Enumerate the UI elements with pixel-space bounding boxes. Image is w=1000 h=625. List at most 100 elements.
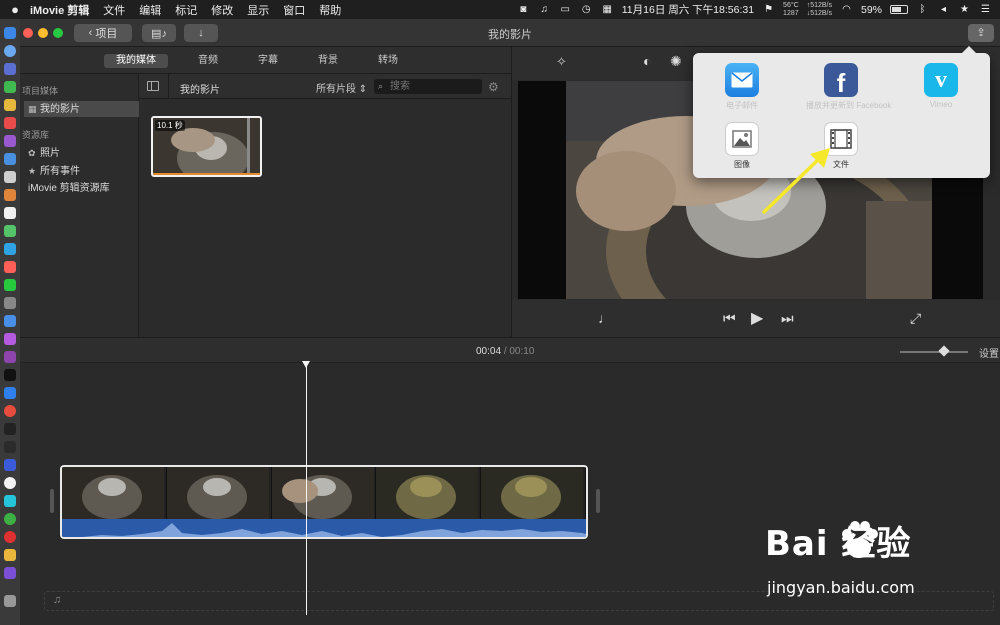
zoom-slider-track[interactable]	[900, 351, 968, 353]
volume-icon[interactable]: ◂	[937, 4, 950, 15]
app-icon-29[interactable]	[4, 531, 16, 543]
app-icon-20[interactable]	[4, 369, 16, 381]
datetime[interactable]: 11月16日 周六 下午18:56:31	[622, 2, 754, 17]
tab-audio[interactable]: 音频	[186, 54, 230, 68]
podcasts-icon[interactable]	[4, 351, 16, 363]
zoom-slider-knob[interactable]	[938, 345, 950, 357]
apple-menu-icon[interactable]: ●	[0, 2, 30, 17]
app-icon-12[interactable]	[4, 225, 16, 237]
timeline-header: 00:04 / 00:10 设置	[20, 337, 1000, 363]
app-icon-9[interactable]	[4, 171, 16, 183]
wechat-icon[interactable]	[4, 513, 16, 525]
music-note-icon[interactable]: ♫	[538, 4, 551, 15]
app-icon-27[interactable]	[4, 495, 16, 507]
tab-backgrounds[interactable]: 背景	[306, 54, 350, 68]
menu-mark[interactable]: 标记	[175, 2, 197, 18]
waveform-graphic	[82, 523, 586, 537]
app-icon-14[interactable]	[4, 261, 16, 273]
gear-icon[interactable]: ⚙	[488, 80, 499, 94]
tab-my-media[interactable]: 我的媒体	[104, 54, 168, 68]
finder-icon[interactable]	[4, 27, 16, 39]
vpn-icon[interactable]	[4, 459, 16, 471]
tab-titles[interactable]: 字幕	[246, 54, 290, 68]
temp-stats[interactable]: 56°C 1287	[783, 2, 799, 18]
menu-window[interactable]: 窗口	[283, 2, 305, 18]
pane-divider	[511, 47, 512, 337]
search-input[interactable]: ⌕ 搜索	[374, 79, 482, 94]
sidebar-item-my-movie[interactable]: ▦ 我的影片	[24, 101, 139, 117]
menu-edit[interactable]: 编辑	[139, 2, 161, 18]
trash-icon[interactable]	[4, 595, 16, 607]
timeline-settings-button[interactable]: 设置	[979, 345, 999, 360]
app-icon-13[interactable]	[4, 243, 16, 255]
flag-icon[interactable]: ⚑	[762, 4, 775, 15]
app-icon-5[interactable]	[4, 99, 16, 111]
photos-icon: ✿	[28, 148, 36, 158]
clock-icon[interactable]: ◷	[580, 4, 593, 15]
notification-center-icon[interactable]: ☰	[979, 4, 992, 15]
app-icon-10[interactable]	[4, 189, 16, 201]
timeline-left-handle[interactable]	[50, 489, 54, 513]
status-app-icon[interactable]: ◙	[517, 4, 530, 15]
message-icon[interactable]: ▭	[559, 4, 572, 15]
launchpad-icon[interactable]	[4, 63, 16, 75]
wifi-icon[interactable]: ◠	[840, 4, 853, 15]
app-menu[interactable]: iMovie 剪辑	[30, 2, 89, 18]
share-vimeo[interactable]: v Vimeo	[906, 63, 976, 109]
color-palette-icon[interactable]: ✺	[670, 53, 682, 70]
menu-view[interactable]: 显示	[247, 2, 269, 18]
imovie-icon[interactable]	[4, 567, 16, 579]
battery-percent[interactable]: 59%	[861, 4, 882, 16]
app-icon-16[interactable]	[4, 297, 16, 309]
menu-help[interactable]: 帮助	[319, 2, 341, 18]
sidebar-toggle-icon[interactable]	[147, 81, 159, 91]
app-icon-4[interactable]	[4, 81, 16, 93]
menu-modify[interactable]: 修改	[211, 2, 233, 18]
terminal-icon[interactable]	[4, 423, 16, 435]
fullscreen-icon[interactable]: ⤢	[910, 310, 921, 327]
share-button[interactable]: ⇪	[968, 24, 994, 42]
calendar-icon[interactable]: ▦	[601, 4, 614, 15]
share-email[interactable]: 电子邮件	[707, 63, 777, 111]
sidebar-item-library[interactable]: iMovie 剪辑资源库	[24, 181, 139, 197]
skip-back-icon[interactable]: ⏮	[723, 310, 736, 327]
baidu-watermark: Bai 经验 jingyan.baidu.com	[765, 516, 965, 606]
sidebar-item-all-events[interactable]: ★ 所有事件	[24, 163, 139, 179]
net-stats[interactable]: ↑512B/s ↓512B/s	[807, 2, 832, 18]
app-icon-22[interactable]	[4, 405, 16, 417]
app-icon-11[interactable]	[4, 207, 16, 219]
media-tabs: 我的媒体 音频 字幕 背景 转场	[20, 47, 511, 74]
app-icon-26[interactable]	[4, 477, 16, 489]
siri-icon[interactable]: ★	[958, 4, 971, 15]
app-icon-8[interactable]	[4, 153, 16, 165]
menu-file[interactable]: 文件	[103, 2, 125, 18]
app-icon-18[interactable]	[4, 333, 16, 345]
app-store-icon[interactable]	[4, 387, 16, 399]
play-icon[interactable]: ▶	[751, 308, 763, 328]
skip-forward-icon[interactable]: ⏭	[781, 310, 794, 327]
color-balance-icon[interactable]: ◐	[643, 53, 651, 69]
updown-chevron-icon: ⇕	[358, 84, 368, 95]
tab-transitions[interactable]: 转场	[366, 54, 410, 68]
time-separator: /	[503, 346, 507, 357]
activity-monitor-icon[interactable]	[4, 441, 16, 453]
timeline-video-clip[interactable]	[60, 465, 588, 539]
sidebar-item-photos[interactable]: ✿ 照片	[24, 145, 139, 161]
clip-filter-select[interactable]: 所有片段 ⇕	[316, 80, 367, 95]
music-note-icon: ♫	[53, 594, 62, 606]
vimeo-icon: v	[924, 63, 958, 97]
app-icon-7[interactable]	[4, 135, 16, 147]
timeline-right-handle[interactable]	[596, 489, 600, 513]
magic-wand-icon[interactable]: ✧	[556, 54, 567, 70]
app-icon-6[interactable]	[4, 117, 16, 129]
app-icon-30[interactable]	[4, 549, 16, 561]
battery-icon[interactable]	[890, 5, 908, 14]
bluetooth-icon[interactable]: ᛒ	[916, 4, 929, 15]
safari-icon[interactable]	[4, 45, 16, 57]
app-icon-15[interactable]	[4, 279, 16, 291]
microphone-icon[interactable]: ♩	[598, 310, 612, 326]
share-facebook[interactable]: f 播放并更新到 Facebook	[806, 63, 891, 111]
app-icon-17[interactable]	[4, 315, 16, 327]
media-clip-thumbnail[interactable]: 10.1 秒	[151, 116, 262, 177]
playhead[interactable]	[306, 365, 307, 615]
